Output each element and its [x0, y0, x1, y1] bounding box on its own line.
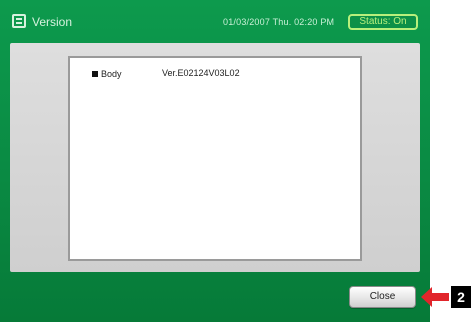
- window-title: Version: [32, 15, 73, 29]
- title-bar: Version 01/03/2007 Thu. 02:20 PM Status:…: [0, 12, 430, 40]
- callout-number: 2: [451, 286, 471, 308]
- version-info-box: Body Ver.E02124V03L02: [68, 56, 362, 261]
- close-button[interactable]: Close: [349, 286, 416, 308]
- device-frame: Version 01/03/2007 Thu. 02:20 PM Status:…: [0, 0, 430, 322]
- version-value: Ver.E02124V03L02: [162, 68, 240, 78]
- version-label: Body: [101, 69, 122, 79]
- version-row: Body: [92, 69, 122, 79]
- arrow-left-icon: [421, 287, 449, 307]
- window-icon: [12, 14, 26, 28]
- datetime-display: 01/03/2007 Thu. 02:20 PM: [223, 17, 335, 27]
- content-panel: Body Ver.E02124V03L02: [10, 43, 420, 272]
- status-badge: Status: On: [348, 14, 418, 30]
- bullet-icon: [92, 71, 98, 77]
